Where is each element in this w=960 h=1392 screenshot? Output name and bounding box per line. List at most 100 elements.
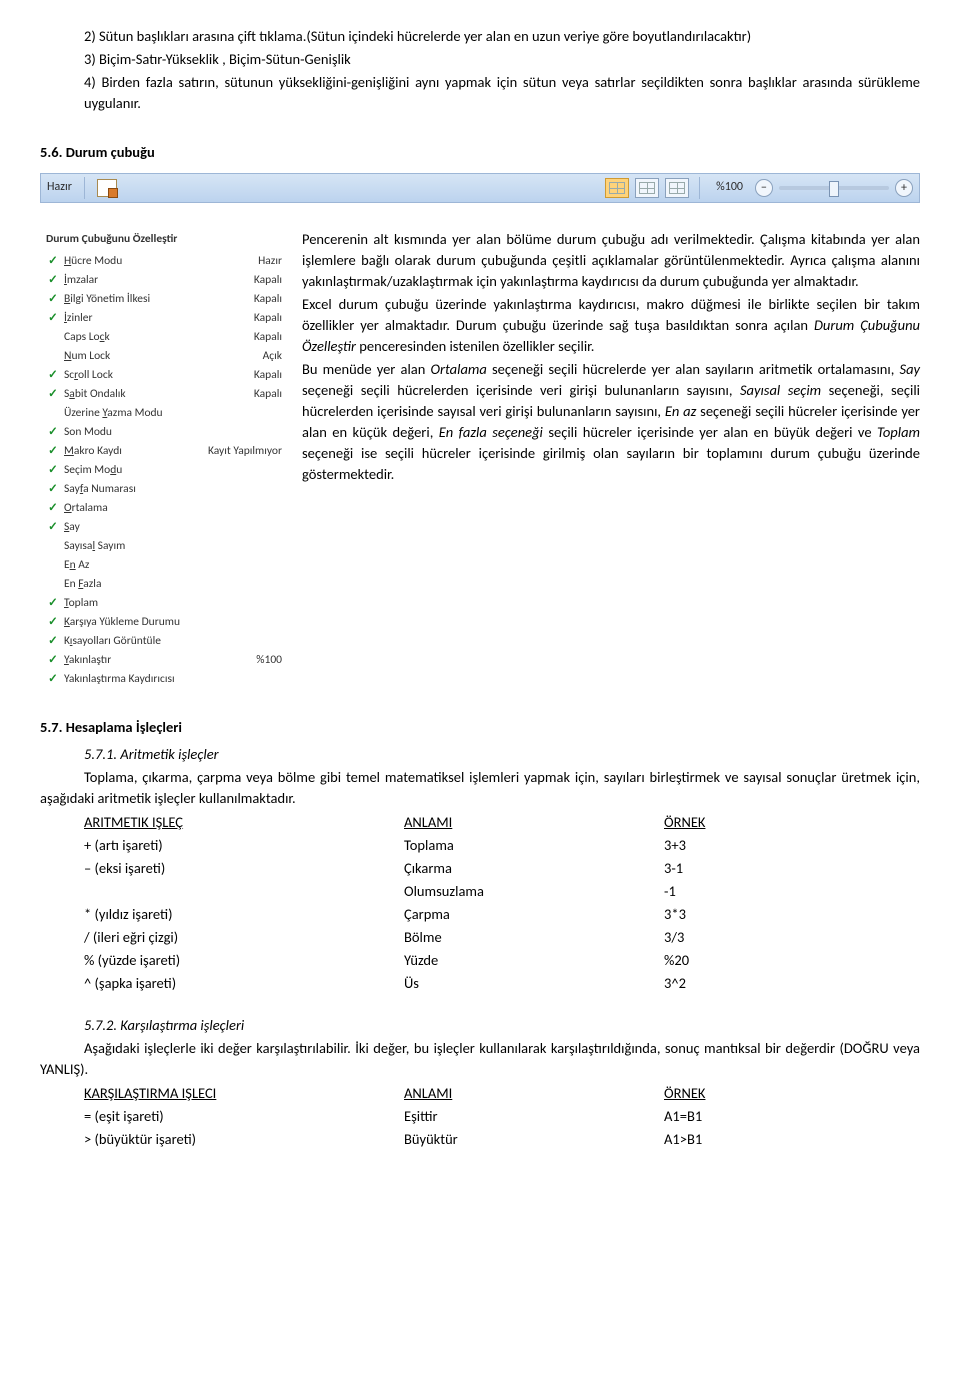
table-cell: Büyüktür bbox=[404, 1128, 664, 1151]
menu-item-label: Ortalama bbox=[60, 500, 282, 517]
customize-menu-item[interactable]: ✓Hücre ModuHazır bbox=[40, 252, 288, 271]
customize-menu-item[interactable]: ✓İzinlerKapalı bbox=[40, 309, 288, 328]
menu-item-label: Say bbox=[60, 519, 282, 536]
customize-menu-item[interactable]: Caps LockKapalı bbox=[40, 328, 288, 347]
menu-item-label: Sayısal Sayım bbox=[60, 538, 282, 555]
customize-menu-item[interactable]: ✓Son Modu bbox=[40, 423, 288, 442]
menu-item-label: Sabit Ondalık bbox=[60, 386, 254, 403]
heading-5-7-2: 5.7.2. Karşılaştırma işleçleri bbox=[40, 1015, 920, 1036]
menu-item-label: Num Lock bbox=[60, 348, 263, 365]
menu-item-value: Kapalı bbox=[254, 291, 282, 308]
customize-menu-item[interactable]: ✓Toplam bbox=[40, 594, 288, 613]
table-cell: Çıkarma bbox=[404, 857, 664, 880]
slider-thumb[interactable] bbox=[829, 181, 839, 197]
view-pagebreak-button[interactable] bbox=[665, 178, 689, 198]
customize-menu-item[interactable]: ✓Ortalama bbox=[40, 499, 288, 518]
customize-menu-item[interactable]: ✓Bilgi Yönetim İlkesiKapalı bbox=[40, 290, 288, 309]
list-item-4: 4) Birden fazla satırın, sütunun yüksekl… bbox=[40, 72, 920, 114]
menu-item-value: %100 bbox=[256, 652, 282, 669]
check-icon: ✓ bbox=[46, 481, 60, 498]
table-cell: A1=B1 bbox=[664, 1105, 920, 1128]
table-cell: A1>B1 bbox=[664, 1128, 920, 1151]
check-icon: ✓ bbox=[46, 652, 60, 669]
table-header: KARŞILAŞTIRMA IŞLECI bbox=[84, 1082, 404, 1105]
table-cell: Yüzde bbox=[404, 949, 664, 972]
customize-menu-item[interactable]: ✓Sabit OndalıkKapalı bbox=[40, 385, 288, 404]
customize-menu-item[interactable]: ✓Yakınlaştır%100 bbox=[40, 651, 288, 670]
menu-item-label: Sayfa Numarası bbox=[60, 481, 282, 498]
para-text: penceresinden istenilen özellikler seçil… bbox=[356, 337, 594, 355]
check-icon: ✓ bbox=[46, 614, 60, 631]
table-header: ÖRNEK bbox=[664, 1082, 920, 1105]
section-5-6-body: Pencerenin alt kısmında yer alan bölüme … bbox=[302, 227, 920, 487]
table-cell: * (yıldız işareti) bbox=[84, 903, 404, 926]
italic-term: Sayısal seçim bbox=[740, 381, 821, 399]
menu-item-value: Kapalı bbox=[254, 386, 282, 403]
customize-menu-item[interactable]: Num LockAçık bbox=[40, 347, 288, 366]
para-text: Bu menüde yer alan bbox=[302, 360, 431, 378]
status-bar: Hazır %100 − + bbox=[40, 173, 920, 203]
zoom-in-button[interactable]: + bbox=[895, 179, 913, 197]
customize-menu-item[interactable]: ✓Karşıya Yükleme Durumu bbox=[40, 613, 288, 632]
italic-term: En az bbox=[665, 402, 696, 420]
zoom-out-button[interactable]: − bbox=[755, 179, 773, 197]
customize-menu-item[interactable]: ✓Makro KaydıKayıt Yapılmıyor bbox=[40, 442, 288, 461]
view-pagelayout-button[interactable] bbox=[635, 178, 659, 198]
table-cell: 3/3 bbox=[664, 926, 920, 949]
customize-statusbar-menu: Durum Çubuğunu Özelleştir ✓Hücre ModuHaz… bbox=[40, 227, 288, 689]
zoom-slider[interactable] bbox=[779, 186, 889, 190]
heading-5-7: 5.7. Hesaplama İşleçleri bbox=[40, 717, 920, 738]
heading-5-6: 5.6. Durum çubuğu bbox=[40, 142, 920, 163]
table-cell: -1 bbox=[664, 880, 920, 903]
check-icon: ✓ bbox=[46, 633, 60, 650]
macro-record-icon[interactable] bbox=[97, 179, 117, 197]
table-header: ÖRNEK bbox=[664, 811, 920, 834]
menu-item-label: Caps Lock bbox=[60, 329, 254, 346]
menu-item-value: Hazır bbox=[258, 253, 282, 270]
check-icon: ✓ bbox=[46, 367, 60, 384]
customize-menu-item[interactable]: ✓İmzalarKapalı bbox=[40, 271, 288, 290]
check-icon: ✓ bbox=[46, 500, 60, 517]
menu-item-label: İmzalar bbox=[60, 272, 254, 289]
menu-item-label: Seçim Modu bbox=[60, 462, 282, 479]
status-bar-left: Hazır bbox=[41, 177, 117, 199]
customize-menu-item[interactable]: Sayısal Sayım bbox=[40, 537, 288, 556]
customize-menu-item[interactable]: En Fazla bbox=[40, 575, 288, 594]
table-cell: Olumsuzlama bbox=[404, 880, 664, 903]
menu-item-value: Kapalı bbox=[254, 272, 282, 289]
menu-item-label: Makro Kaydı bbox=[60, 443, 208, 460]
italic-term: En fazla seçeneği bbox=[439, 423, 543, 441]
para-text: seçeneği seçili hücrelerde yer alan sayı… bbox=[487, 360, 900, 378]
zoom-percent-label[interactable]: %100 bbox=[710, 179, 749, 196]
check-icon: ✓ bbox=[46, 291, 60, 308]
customize-menu-item[interactable]: En Az bbox=[40, 556, 288, 575]
para-text: seçili hücreler içerisinde yer alan en b… bbox=[543, 423, 877, 441]
list-item-3: 3) Biçim-Satır-Yükseklik , Biçim-Sütun-G… bbox=[40, 49, 920, 70]
view-normal-button[interactable] bbox=[605, 178, 629, 198]
customize-menu-item[interactable]: ✓Scroll LockKapalı bbox=[40, 366, 288, 385]
comparison-operators-table: KARŞILAŞTIRMA IŞLECI ANLAMI ÖRNEK = (eşi… bbox=[84, 1082, 920, 1151]
customize-menu-item[interactable]: ✓Kısayolları Görüntüle bbox=[40, 632, 288, 651]
menu-item-value: Kapalı bbox=[254, 310, 282, 327]
menu-item-value: Kayıt Yapılmıyor bbox=[208, 443, 282, 460]
customize-menu-item[interactable]: ✓Yakınlaştırma Kaydırıcısı bbox=[40, 670, 288, 689]
para-5-7-1: Toplama, çıkarma, çarpma veya bölme gibi… bbox=[40, 767, 920, 809]
italic-term: Ortalama bbox=[431, 360, 487, 378]
divider bbox=[699, 177, 700, 199]
customize-menu-item[interactable]: ✓Say bbox=[40, 518, 288, 537]
menu-item-value: Kapalı bbox=[254, 367, 282, 384]
customize-menu-item[interactable]: ✓Sayfa Numarası bbox=[40, 480, 288, 499]
table-cell bbox=[84, 880, 404, 903]
menu-item-label: Üzerine Yazma Modu bbox=[60, 405, 282, 422]
table-cell: Eşittir bbox=[404, 1105, 664, 1128]
check-icon: ✓ bbox=[46, 519, 60, 536]
list-item-4-text: 4) Birden fazla satırın, sütunun yüksekl… bbox=[84, 73, 920, 112]
table-header: ANLAMI bbox=[404, 811, 664, 834]
menu-item-label: Kısayolları Görüntüle bbox=[60, 633, 282, 650]
menu-item-value: Açık bbox=[263, 348, 282, 365]
table-cell: %20 bbox=[664, 949, 920, 972]
customize-menu-item[interactable]: ✓Seçim Modu bbox=[40, 461, 288, 480]
menu-item-value: Kapalı bbox=[254, 329, 282, 346]
check-icon: ✓ bbox=[46, 443, 60, 460]
customize-menu-item[interactable]: Üzerine Yazma Modu bbox=[40, 404, 288, 423]
